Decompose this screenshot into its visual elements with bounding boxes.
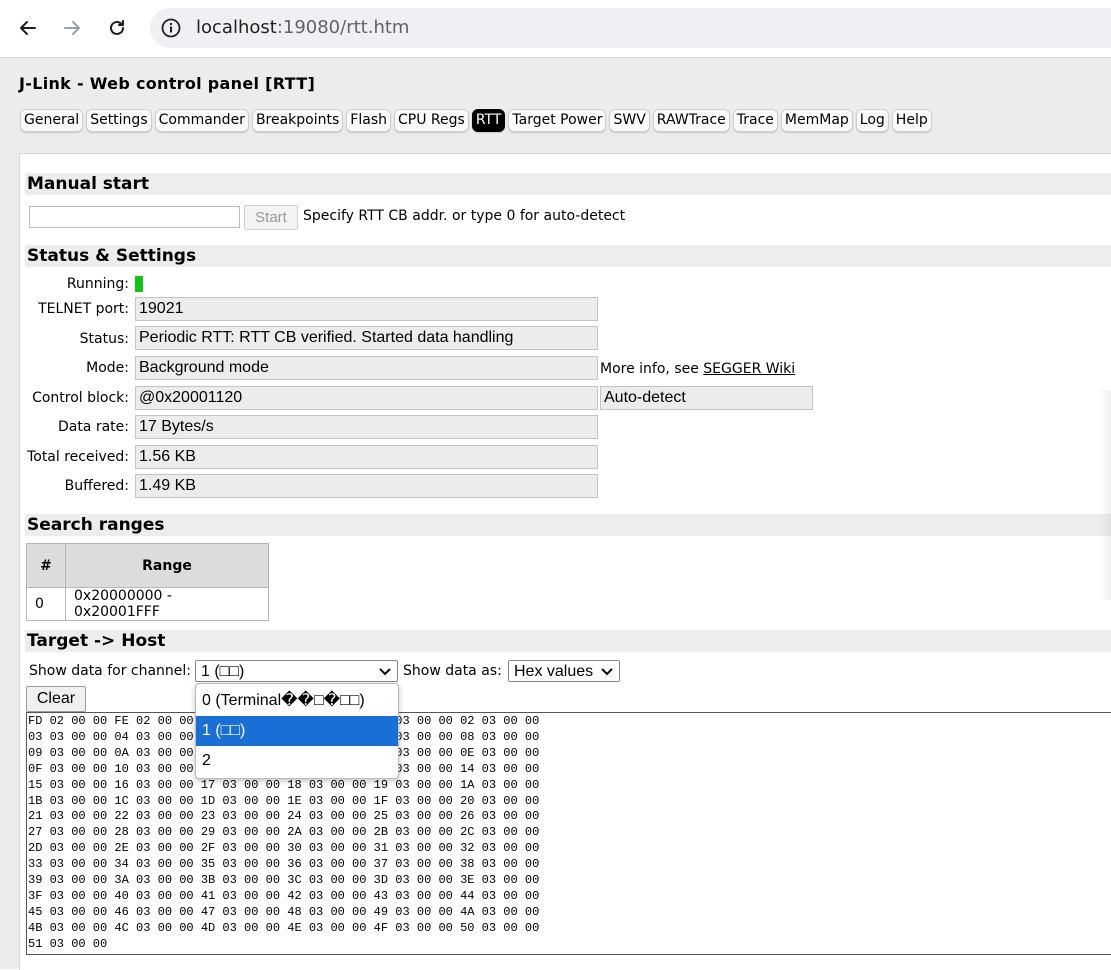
- more-info-prefix: More info, see: [600, 361, 704, 377]
- control-block-value: @0x20001120: [135, 386, 598, 410]
- tab-target-power[interactable]: Target Power: [508, 109, 607, 132]
- table-row: 0 0x20000000 - 0x20001FFF: [26, 587, 269, 621]
- tab-memmap[interactable]: MemMap: [780, 109, 853, 132]
- data-format-select[interactable]: Hex values: [508, 660, 620, 682]
- reload-button[interactable]: [101, 12, 133, 44]
- data-format-label: Show data as:: [403, 663, 502, 679]
- hex-data-output[interactable]: FD 02 00 00 FE 02 00 00 FF 02 00 00 00 0…: [26, 712, 1111, 955]
- hex-line: 1B 03 00 00 1C 03 00 00 1D 03 00 00 1E 0…: [28, 793, 540, 808]
- col-header-num: #: [26, 543, 66, 588]
- clear-button[interactable]: Clear: [26, 686, 86, 712]
- forward-arrow-icon: [64, 21, 80, 35]
- tab-log[interactable]: Log: [855, 109, 889, 132]
- col-header-range: Range: [65, 543, 269, 588]
- manual-start-hint: Specify RTT CB addr. or type 0 for auto-…: [303, 208, 626, 224]
- running-label: Running:: [66, 276, 129, 292]
- more-info-text: More info, see SEGGER Wiki: [600, 361, 795, 377]
- mode-value: Background mode: [135, 356, 598, 380]
- tab-rawtrace[interactable]: RAWTrace: [652, 109, 730, 132]
- control-block-label: Control block:: [32, 390, 129, 406]
- data-rate-label: Data rate:: [57, 419, 129, 435]
- section-target-host: Target -> Host: [25, 630, 1111, 652]
- site-info-icon[interactable]: [160, 17, 182, 39]
- hex-line: 45 03 00 00 46 03 00 00 47 03 00 00 48 0…: [28, 904, 540, 919]
- control-block-mode: Auto-detect: [600, 386, 813, 410]
- hex-line: 4B 03 00 00 4C 03 00 00 4D 03 00 00 4E 0…: [28, 920, 540, 935]
- page-title: J-Link - Web control panel [RTT]: [19, 74, 316, 93]
- section-manual-start: Manual start: [25, 173, 1111, 195]
- channel-select-value: 1 (□□): [201, 663, 245, 680]
- hex-line: 2D 03 00 00 2E 03 00 00 2F 03 00 00 30 0…: [28, 841, 540, 856]
- hex-line: 0F 03 00 00 10 03 00 00 11 03 00 00 12 0…: [28, 761, 540, 776]
- buffered-label: Buffered:: [64, 478, 129, 494]
- hex-line: 33 03 00 00 34 03 00 00 35 03 00 00 36 0…: [28, 857, 540, 872]
- start-button[interactable]: Start: [244, 205, 298, 230]
- channel-option-1[interactable]: 1 (□□): [196, 716, 398, 746]
- data-rate-value: 17 Bytes/s: [135, 415, 598, 439]
- rtt-address-input[interactable]: [29, 206, 240, 228]
- range-value-cell: 0x20000000 - 0x20001FFF: [65, 587, 269, 621]
- chevron-down-icon: [601, 668, 613, 676]
- mode-label: Mode:: [86, 360, 129, 376]
- tab-bar: General Settings Commander Breakpoints Flash…: [20, 109, 932, 132]
- channel-select[interactable]: 1 (□□): [195, 660, 398, 682]
- total-received-label: Total received:: [27, 449, 129, 465]
- tab-rtt[interactable]: RTT: [471, 109, 506, 132]
- total-received-value: 1.56 KB: [135, 445, 598, 469]
- tab-settings[interactable]: Settings: [86, 109, 152, 132]
- section-status-settings: Status & Settings: [25, 245, 1111, 267]
- tab-help[interactable]: Help: [891, 109, 932, 132]
- url-text: localhost:19080/rtt.htm: [196, 17, 410, 38]
- tab-general[interactable]: General: [20, 109, 84, 132]
- reload-icon: [110, 20, 124, 35]
- hex-line: 21 03 00 00 22 03 00 00 23 03 00 00 24 0…: [28, 809, 540, 824]
- tab-commander[interactable]: Commander: [154, 109, 249, 132]
- tab-cpu-regs[interactable]: CPU Regs: [394, 109, 469, 132]
- back-button[interactable]: [12, 12, 44, 44]
- hex-line: 51 03 00 00: [28, 936, 108, 951]
- back-arrow-icon: [20, 21, 36, 35]
- hex-line: FD 02 00 00 FE 02 00 00 FF 02 00 00 00 0…: [28, 714, 540, 728]
- range-num-cell: 0: [26, 587, 66, 621]
- tab-trace[interactable]: Trace: [732, 109, 778, 132]
- data-format-value: Hex values: [514, 663, 594, 680]
- buffered-value: 1.49 KB: [135, 474, 598, 498]
- hex-line: 27 03 00 00 28 03 00 00 29 03 00 00 2A 0…: [28, 825, 540, 840]
- hex-line: 03 03 00 00 04 03 00 00 05 03 00 00 06 0…: [28, 729, 540, 744]
- forward-button[interactable]: [56, 12, 88, 44]
- channel-label: Show data for channel:: [29, 663, 192, 679]
- hex-line: 39 03 00 00 3A 03 00 00 3B 03 00 00 3C 0…: [28, 873, 540, 888]
- status-label: Status:: [79, 331, 129, 347]
- channel-option-2[interactable]: 2: [196, 746, 398, 776]
- browser-toolbar: localhost:19080/rtt.htm: [0, 0, 1111, 57]
- address-bar[interactable]: localhost:19080/rtt.htm: [150, 8, 1111, 48]
- channel-dropdown-list: 0 (Terminal��□�□□) 1 (□□) 2: [195, 683, 399, 779]
- hex-line: 15 03 00 00 16 03 00 00 17 03 00 00 18 0…: [28, 777, 540, 792]
- running-indicator: [135, 276, 143, 292]
- tab-swv[interactable]: SWV: [609, 109, 650, 132]
- chevron-down-icon: [379, 668, 391, 676]
- scroll-edge-shadow: [1099, 390, 1111, 600]
- status-value: Periodic RTT: RTT CB verified. Started d…: [135, 326, 598, 350]
- tab-flash[interactable]: Flash: [346, 109, 391, 132]
- channel-option-0[interactable]: 0 (Terminal��□�□□): [196, 686, 398, 716]
- segger-wiki-link[interactable]: SEGGER Wiki: [703, 361, 795, 377]
- section-search-ranges: Search ranges: [25, 514, 1111, 536]
- tab-breakpoints[interactable]: Breakpoints: [251, 109, 344, 132]
- hex-line: 09 03 00 00 0A 03 00 00 0B 03 00 00 0C 0…: [28, 745, 540, 760]
- telnet-port-value: 19021: [135, 297, 598, 321]
- hex-line: 3F 03 00 00 40 03 00 00 41 03 00 00 42 0…: [28, 888, 540, 903]
- search-ranges-table: # Range 0 0x20000000 - 0x20001FFF: [26, 543, 269, 621]
- telnet-port-label: TELNET port:: [38, 301, 129, 317]
